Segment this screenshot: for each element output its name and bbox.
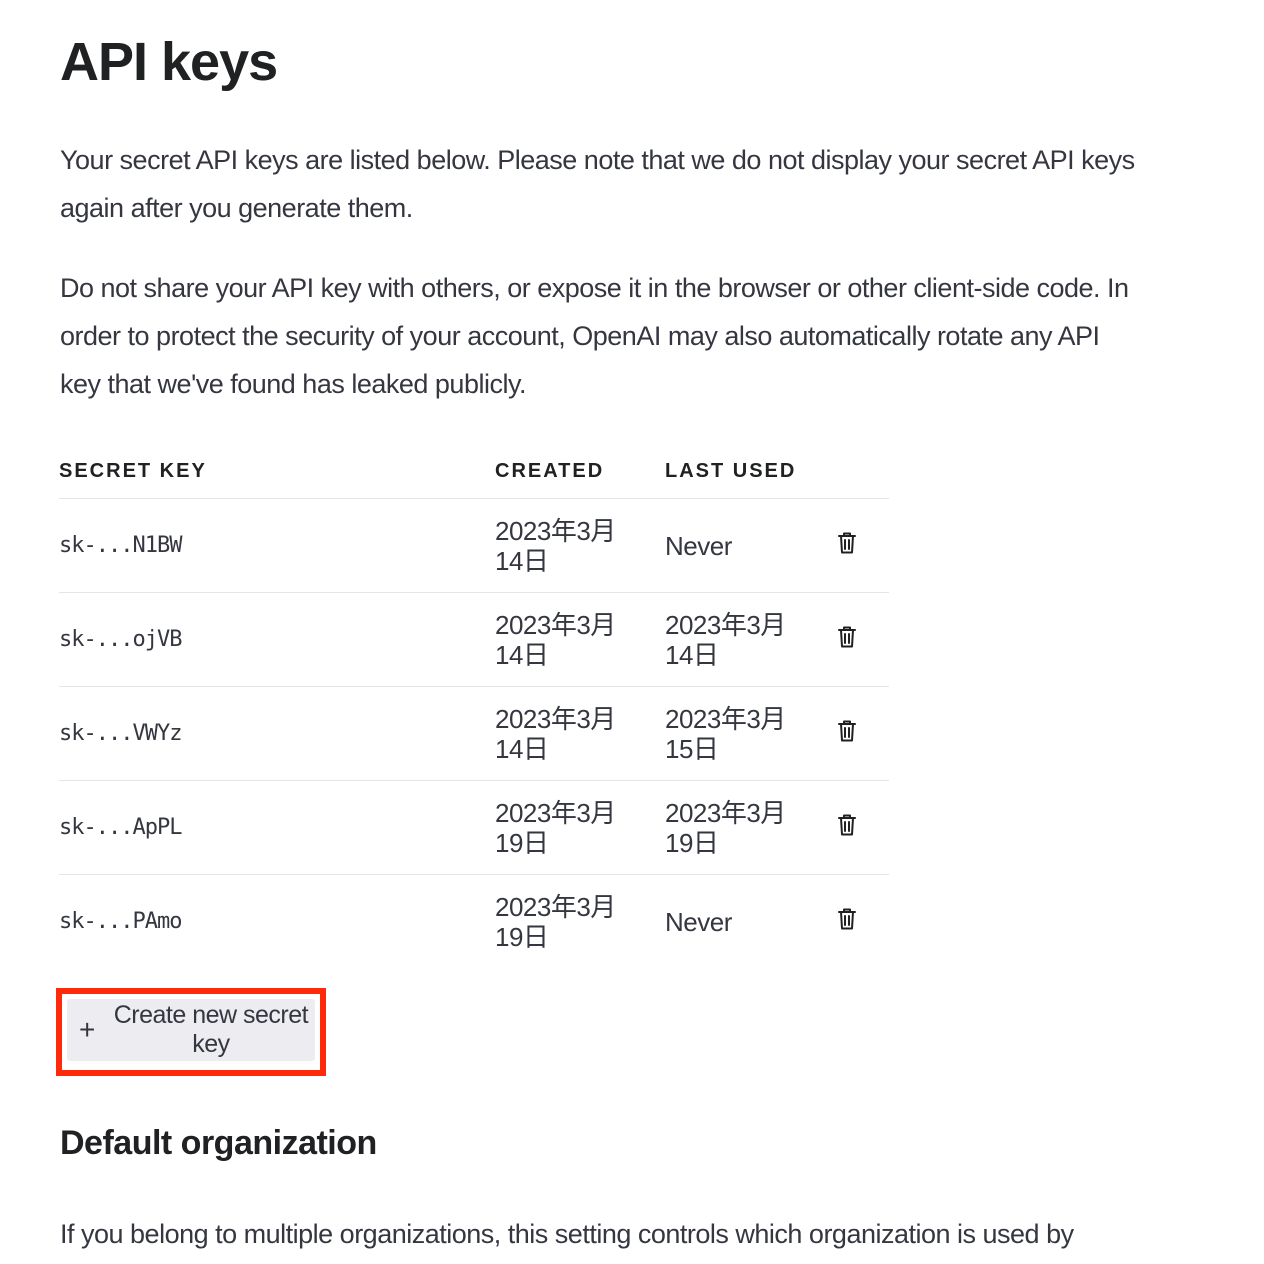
security-warning-paragraph: Do not share your API key with others, o… <box>60 273 1129 399</box>
delete-key-button[interactable] <box>837 625 857 649</box>
row-actions <box>835 592 889 687</box>
last-used-text: 2023年3月15日 <box>665 703 786 764</box>
secret-key-value: sk-...VWYz <box>59 686 495 781</box>
table-header-row: SECRET KEY CREATED LAST USED <box>59 444 889 499</box>
last-used-date: 2023年3月15日 <box>665 686 835 781</box>
created-date: 2023年3月19日 <box>495 780 665 875</box>
row-actions <box>835 686 889 781</box>
last-used-text: Never <box>665 530 732 561</box>
last-used-text: Never <box>665 906 732 937</box>
created-date-text: 2023年3月19日 <box>495 891 616 952</box>
row-actions <box>835 498 889 593</box>
secret-key-value: sk-...PAmo <box>59 909 182 934</box>
plus-icon: + <box>79 1014 95 1045</box>
trash-icon <box>838 814 856 836</box>
table-row: sk-...ojVB 2023年3月14日 2023年3月14日 <box>59 592 889 687</box>
trash-icon <box>838 626 856 648</box>
table-row: sk-...PAmo 2023年3月19日 Never <box>59 875 889 969</box>
delete-key-button[interactable] <box>837 907 857 931</box>
intro-paragraph: Your secret API keys are listed below. P… <box>60 145 1135 223</box>
column-header-created: CREATED <box>495 444 665 499</box>
create-button-label: Create new secret key <box>113 1001 309 1058</box>
table-row: sk-...N1BW 2023年3月14日 Never <box>59 498 889 593</box>
page-title: API keys <box>60 32 278 92</box>
column-header-last-used: LAST USED <box>665 444 835 499</box>
delete-key-button[interactable] <box>837 813 857 837</box>
table-row: sk-...ApPL 2023年3月19日 2023年3月19日 <box>59 780 889 875</box>
trash-icon <box>838 908 856 930</box>
last-used-date: 2023年3月19日 <box>665 780 835 875</box>
default-organization-title: Default organization <box>60 1124 377 1162</box>
secret-key-value: sk-...ApPL <box>59 780 495 875</box>
column-header-secret-key: SECRET KEY <box>59 444 495 499</box>
created-date-text: 2023年3月14日 <box>495 609 616 670</box>
created-date-text: 2023年3月14日 <box>495 515 616 576</box>
created-date-text: 2023年3月19日 <box>495 797 616 858</box>
delete-key-button[interactable] <box>837 531 857 555</box>
secret-key-value: sk-...ojVB <box>59 592 495 687</box>
create-new-secret-key-button[interactable]: + Create new secret key <box>67 999 315 1061</box>
last-used-date: Never <box>665 498 835 593</box>
delete-key-button[interactable] <box>837 719 857 743</box>
created-date: 2023年3月14日 <box>495 498 665 593</box>
last-used-date: Never <box>665 875 835 969</box>
last-used-text: 2023年3月14日 <box>665 609 786 670</box>
row-actions <box>835 875 889 969</box>
created-date-text: 2023年3月14日 <box>495 703 616 764</box>
table-row: sk-...VWYz 2023年3月14日 2023年3月15日 <box>59 686 889 781</box>
created-date: 2023年3月14日 <box>495 592 665 687</box>
last-used-date: 2023年3月14日 <box>665 592 835 687</box>
trash-icon <box>838 720 856 742</box>
created-date: 2023年3月19日 <box>495 875 665 969</box>
column-header-actions <box>835 444 889 499</box>
created-date: 2023年3月14日 <box>495 686 665 781</box>
trash-icon <box>838 532 856 554</box>
api-keys-table: SECRET KEY CREATED LAST USED sk-...N1BW … <box>59 444 889 968</box>
default-organization-description: If you belong to multiple organizations,… <box>60 1219 1074 1249</box>
last-used-text: 2023年3月19日 <box>665 797 786 858</box>
secret-key-value: sk-...N1BW <box>59 498 495 593</box>
row-actions <box>835 780 889 875</box>
